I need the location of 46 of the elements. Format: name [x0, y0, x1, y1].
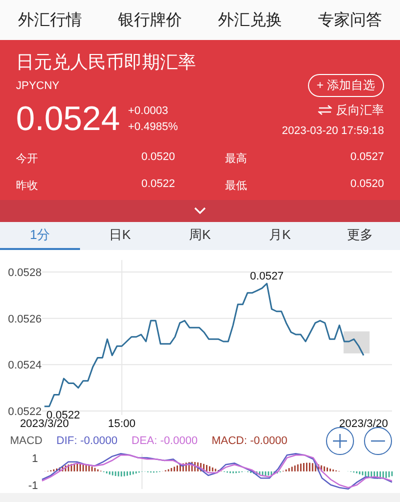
- zoom-out-button[interactable]: [364, 427, 392, 455]
- chart-tab[interactable]: 周K: [160, 222, 240, 250]
- y-axis-label: 0.0526: [8, 313, 42, 326]
- stat-label: 今开: [16, 152, 38, 166]
- stat-value: 0.0520: [350, 178, 384, 192]
- zoom-in-button[interactable]: [326, 427, 354, 455]
- stat-value: 0.0527: [350, 151, 384, 165]
- chart-tab[interactable]: 月K: [240, 222, 320, 250]
- x-axis-label: 2023/3/20: [20, 418, 69, 430]
- x-axis-label: 15:00: [108, 418, 136, 430]
- price-change: +0.0003: [128, 105, 170, 117]
- swap-icon: [318, 105, 332, 115]
- legend-item: DEA: -0.0000: [132, 435, 198, 447]
- chart-tab[interactable]: 1分: [0, 222, 80, 250]
- quote-title: 日元兑人民币即期汇率: [16, 51, 197, 74]
- y-axis-label: 1: [32, 452, 38, 465]
- stat-label: 最高: [225, 152, 247, 166]
- y-axis-label: 0.0528: [8, 267, 42, 279]
- chart-tab[interactable]: 日K: [80, 222, 160, 250]
- nav-tab[interactable]: 专家问答: [314, 6, 386, 34]
- stat-label: 昨收: [16, 179, 38, 193]
- minus-icon: [370, 439, 386, 443]
- plus-icon: [332, 433, 348, 449]
- timestamp: 2023-03-20 17:59:18: [282, 124, 384, 136]
- macd-label: MACD: [10, 435, 42, 447]
- nav-tab[interactable]: 银行牌价: [114, 6, 186, 34]
- stat-value: 0.0522: [141, 178, 175, 192]
- y-axis-label: 0.0522: [8, 406, 42, 418]
- chevron-down-icon[interactable]: [194, 207, 206, 215]
- nav-tab[interactable]: 外汇兑换: [214, 6, 286, 34]
- legend-item: DIF: -0.0000: [56, 435, 118, 447]
- reverse-rate-link[interactable]: 反向汇率: [318, 102, 384, 118]
- price-marker: [344, 331, 370, 354]
- chart-tab[interactable]: 更多: [320, 222, 400, 250]
- y-axis-label: 0.0524: [8, 360, 42, 372]
- change-percent: +0.4985%: [128, 121, 178, 133]
- currency-code: JPYCNY: [16, 80, 60, 92]
- stat-label: 最低: [225, 179, 247, 193]
- y-axis-label: -1: [28, 480, 38, 492]
- x-axis-label: 2023/3/20: [339, 418, 388, 430]
- stat-value: 0.0520: [141, 151, 175, 165]
- current-price: 0.0524: [16, 101, 120, 137]
- add-watchlist-button[interactable]: + 添加自选: [308, 74, 384, 97]
- price-annotation: 0.0527: [250, 270, 284, 283]
- nav-tab[interactable]: 外汇行情: [14, 6, 86, 34]
- legend-item: MACD: -0.0000: [212, 435, 288, 447]
